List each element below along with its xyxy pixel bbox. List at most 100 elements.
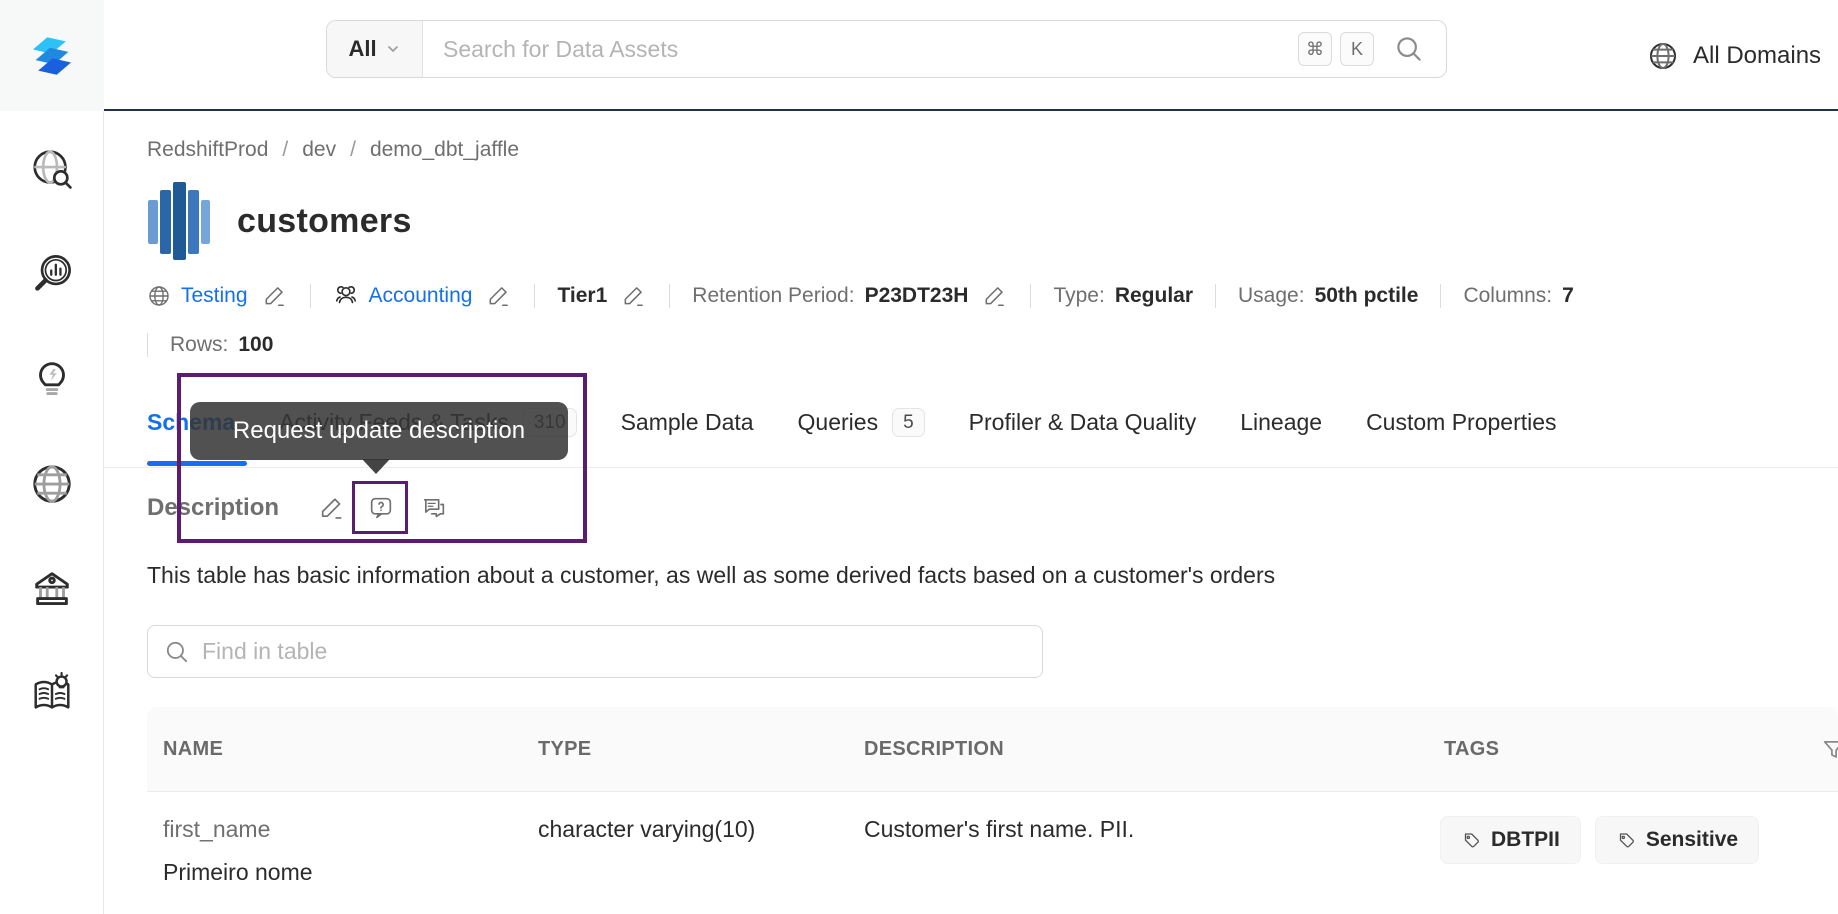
columns-label: Columns: xyxy=(1463,284,1553,307)
type-label: Type: xyxy=(1053,284,1105,307)
column-display-name: Primeiro nome xyxy=(163,859,313,885)
tag-chip[interactable]: DBTPII xyxy=(1440,816,1581,864)
breadcrumb-separator: / xyxy=(350,138,356,161)
find-in-table xyxy=(147,625,1043,678)
edit-retention-icon[interactable] xyxy=(982,283,1008,309)
govern-bank-icon xyxy=(29,566,75,612)
domains-selector[interactable]: All Domains xyxy=(1647,0,1821,111)
entity-title-row: customers xyxy=(147,182,412,260)
description-text: This table has basic information about a… xyxy=(147,562,1276,588)
owner-chip[interactable]: Accounting xyxy=(333,283,513,309)
app-logo[interactable] xyxy=(0,0,104,111)
explore-search-globe-icon xyxy=(29,146,75,192)
cmd-key-badge: ⌘ xyxy=(1298,32,1332,66)
owner-link[interactable]: Accounting xyxy=(369,284,473,308)
globe-icon xyxy=(147,284,171,308)
divider xyxy=(669,284,671,308)
cell-tags: DBTPII Sensitive xyxy=(1428,816,1838,886)
breadcrumb: RedshiftProd / dev / demo_dbt_jaffle xyxy=(147,138,519,162)
domains-selector-label: All Domains xyxy=(1693,41,1822,69)
k-key-badge: K xyxy=(1340,32,1374,66)
tag-chip[interactable]: Sensitive xyxy=(1594,816,1760,864)
edit-domain-icon[interactable] xyxy=(262,283,288,309)
tab-label: Queries xyxy=(797,409,879,435)
rows-chip: Rows: 100 xyxy=(170,333,273,357)
breadcrumb-service[interactable]: RedshiftProd xyxy=(147,138,268,162)
sidebar-item-insights[interactable] xyxy=(28,355,76,403)
divider xyxy=(534,284,536,308)
search-scope-label: All xyxy=(348,36,377,61)
search-icon[interactable] xyxy=(1394,34,1424,64)
domain-chip[interactable]: Testing xyxy=(147,283,288,309)
comments-icon[interactable] xyxy=(420,494,448,522)
tier-value: Tier1 xyxy=(557,284,608,307)
tag-label: DBTPII xyxy=(1491,828,1560,851)
sidebar-item-govern[interactable] xyxy=(28,565,76,613)
divider xyxy=(1215,284,1217,308)
usage-label: Usage: xyxy=(1238,284,1305,307)
globe-icon xyxy=(1647,40,1679,72)
sidebar-item-domains[interactable] xyxy=(28,460,76,508)
tab-label: Custom Properties xyxy=(1366,409,1557,435)
tab-queries[interactable]: Queries 5 xyxy=(798,408,925,437)
tier-chip[interactable]: Tier1 xyxy=(557,283,647,309)
domain-link[interactable]: Testing xyxy=(181,284,248,308)
schema-table: NAME TYPE DESCRIPTION TAGS first_name Pr… xyxy=(147,707,1838,886)
filter-icon[interactable] xyxy=(1820,736,1838,764)
tooltip: Request update description xyxy=(190,402,568,474)
tab-profiler[interactable]: Profiler & Data Quality xyxy=(969,409,1197,436)
retention-label: Retention Period: xyxy=(692,284,855,307)
cell-description: Customer's first name. PII. xyxy=(864,816,1135,842)
tab-custom-properties[interactable]: Custom Properties xyxy=(1366,409,1556,436)
tooltip-text: Request update description xyxy=(232,417,526,444)
breadcrumb-separator: / xyxy=(282,138,289,161)
retention-value: P23DT23H xyxy=(864,284,969,307)
page-title: customers xyxy=(237,201,412,240)
glossary-book-icon xyxy=(29,671,75,717)
logo-icon xyxy=(23,27,81,85)
tag-label: Sensitive xyxy=(1645,828,1739,851)
entity-meta-row-2: Rows: 100 xyxy=(147,333,273,357)
usage-value: 50th pctile xyxy=(1314,284,1419,307)
column-header-type: TYPE xyxy=(538,737,592,760)
cell-type: character varying(10) xyxy=(538,816,756,842)
divider xyxy=(147,333,148,357)
edit-description-icon[interactable] xyxy=(318,494,346,522)
top-navigation-bar: All ⌘ K All Domains xyxy=(104,0,1838,111)
tab-label: Lineage xyxy=(1240,409,1323,435)
column-header-name: NAME xyxy=(163,737,224,760)
divider xyxy=(1440,284,1442,308)
columns-value: 7 xyxy=(1562,284,1574,307)
edit-owner-icon[interactable] xyxy=(486,283,512,309)
global-search-input[interactable] xyxy=(423,35,1298,63)
tab-count-badge: 5 xyxy=(892,408,925,437)
rows-label: Rows: xyxy=(170,333,229,356)
find-in-table-input[interactable] xyxy=(202,638,1026,665)
search-icon xyxy=(164,639,190,665)
left-sidebar xyxy=(0,0,104,914)
breadcrumb-schema[interactable]: demo_dbt_jaffle xyxy=(370,138,519,162)
redshift-table-icon xyxy=(147,182,211,260)
sidebar-item-explore[interactable] xyxy=(28,145,76,193)
type-value: Regular xyxy=(1114,284,1194,307)
entity-meta-row: Testing Accounting Tier1 Retention Perio… xyxy=(147,283,1574,309)
table-row[interactable]: first_name Primeiro nome character varyi… xyxy=(147,792,1838,886)
divider xyxy=(309,284,311,308)
edit-tier-icon[interactable] xyxy=(621,283,647,309)
domains-globe-icon xyxy=(29,461,75,507)
tab-lineage[interactable]: Lineage xyxy=(1240,409,1322,436)
column-name[interactable]: first_name xyxy=(163,816,522,843)
type-chip: Type: Regular xyxy=(1053,284,1193,308)
search-scope-dropdown[interactable]: All xyxy=(327,21,423,77)
rows-value: 100 xyxy=(238,333,274,356)
tab-sample-data[interactable]: Sample Data xyxy=(621,409,754,436)
breadcrumb-database[interactable]: dev xyxy=(302,138,336,162)
tab-label: Sample Data xyxy=(620,409,754,435)
divider xyxy=(1030,284,1032,308)
sidebar-item-observability[interactable] xyxy=(28,250,76,298)
sidebar-item-glossary[interactable] xyxy=(28,670,76,718)
request-description-icon[interactable] xyxy=(367,494,395,522)
description-header-row: Description xyxy=(147,494,448,522)
usage-chip: Usage: 50th pctile xyxy=(1238,284,1418,308)
global-search-bar: All ⌘ K xyxy=(326,20,1447,78)
